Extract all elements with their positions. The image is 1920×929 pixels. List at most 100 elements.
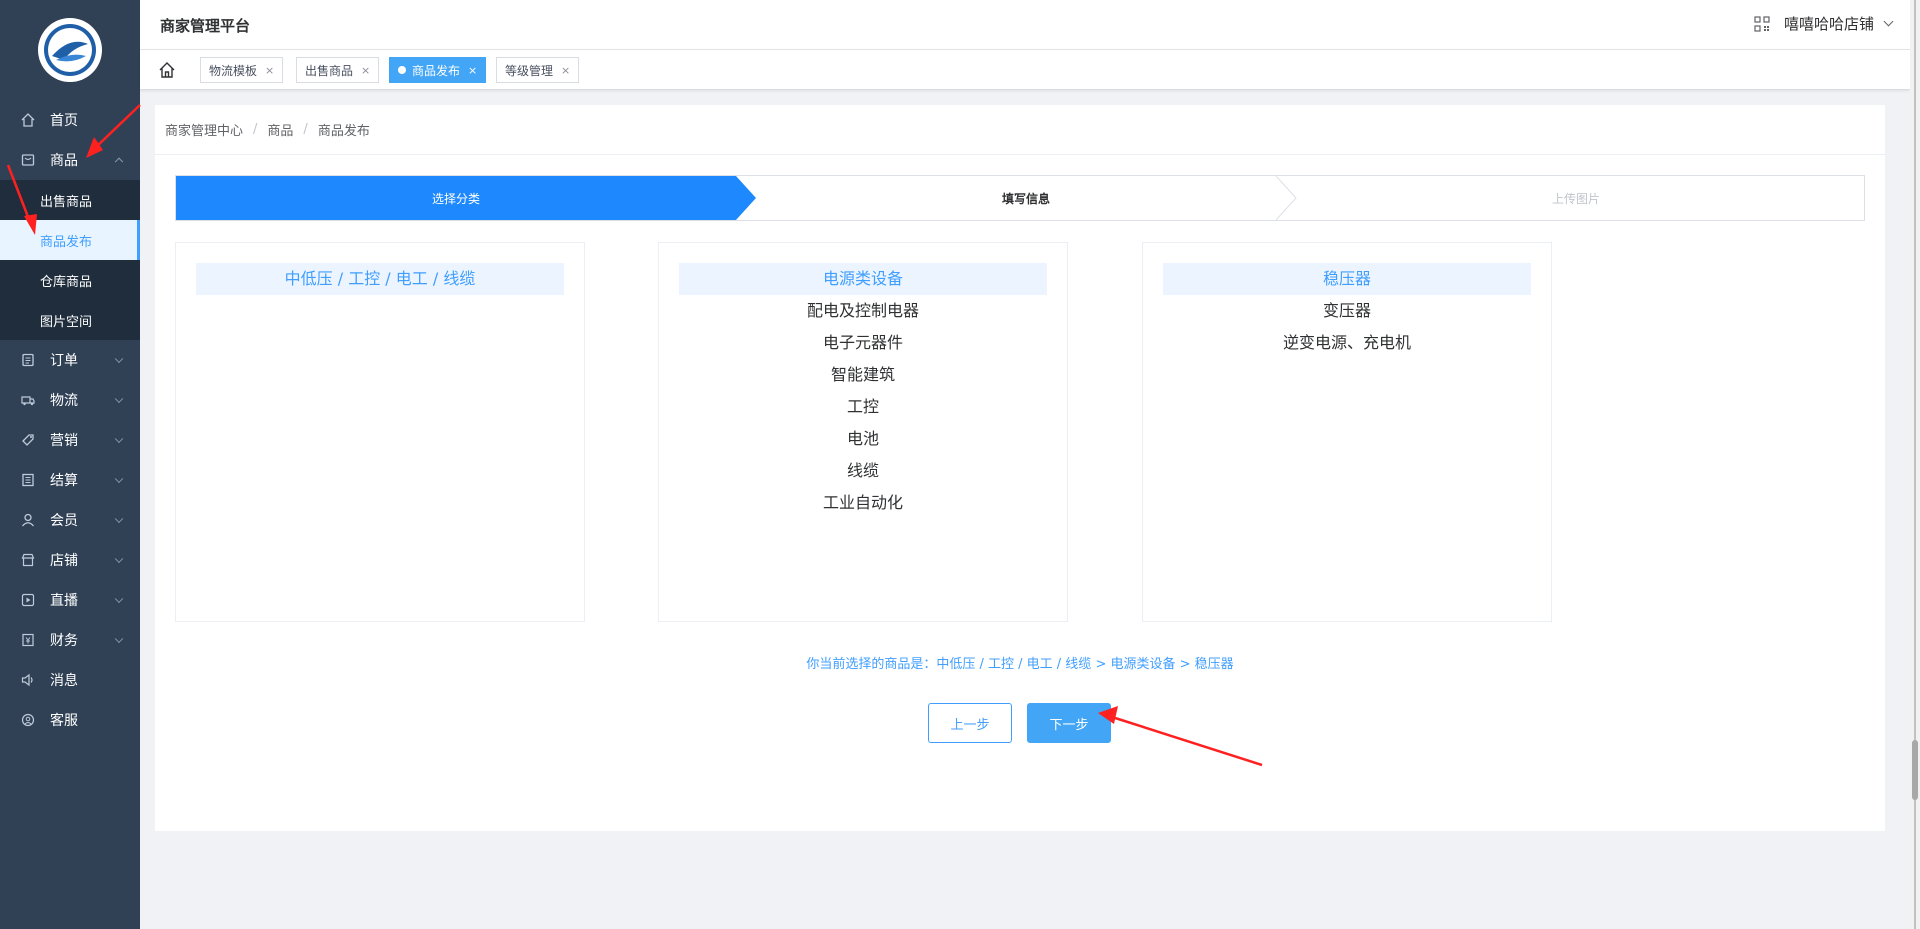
step-upload-image: 上传图片 (1551, 191, 1600, 206)
close-icon[interactable]: × (468, 64, 477, 77)
chevron-down-icon[interactable] (1883, 16, 1894, 27)
sidebar-item-label: 物流 (50, 393, 78, 409)
chevron-down-icon (114, 634, 124, 644)
sidebar-item-label: 商品 (50, 153, 78, 169)
sidebar-subitem-image-space[interactable]: 图片空间 (0, 300, 140, 340)
logo-area (0, 0, 140, 100)
goods-icon (20, 152, 36, 168)
sidebar-item-label: 会员 (50, 513, 78, 529)
close-icon[interactable]: × (361, 64, 370, 77)
chevron-down-icon (114, 474, 124, 484)
tag-publish-goods[interactable]: 商品发布 × (389, 57, 487, 83)
page-scrollbar[interactable] (1910, 0, 1920, 929)
platform-title: 商家管理平台 (160, 17, 251, 35)
chevron-down-icon (114, 594, 124, 604)
tag-icon (20, 432, 36, 448)
sidebar-item-service[interactable]: 客服 (0, 700, 140, 740)
top-header: 商家管理平台 嘻嘻哈哈店铺 (140, 0, 1910, 50)
sidebar-item-label: 结算 (50, 473, 78, 489)
next-step-button[interactable]: 下一步 (1027, 703, 1111, 743)
sidebar-item-label: 订单 (50, 353, 78, 369)
category-option-selected[interactable]: 稳压器 (1163, 263, 1531, 295)
tag-level-manage[interactable]: 等级管理 × (496, 57, 580, 83)
sidebar-item-goods[interactable]: 商品 (0, 140, 140, 180)
sidebar-item-label: 消息 (50, 673, 78, 689)
service-icon (20, 712, 36, 728)
category-option[interactable]: 工业自动化 (679, 487, 1047, 519)
sidebar-item-marketing[interactable]: 营销 (0, 420, 140, 460)
sidebar-item-finance[interactable]: 财务 (0, 620, 140, 660)
sidebar-subitem-sale-goods[interactable]: 出售商品 (0, 180, 140, 220)
sidebar-item-store[interactable]: 店铺 (0, 540, 140, 580)
chevron-down-icon (114, 514, 124, 524)
finance-icon (20, 632, 36, 648)
category-option[interactable]: 变压器 (1163, 295, 1531, 327)
category-option[interactable]: 电池 (679, 423, 1047, 455)
sidebar-item-settlement[interactable]: 结算 (0, 460, 140, 500)
category-option-selected[interactable]: 中低压 / 工控 / 电工 / 线缆 (196, 263, 564, 295)
sidebar-item-member[interactable]: 会员 (0, 500, 140, 540)
tag-label: 商品发布 (412, 63, 461, 78)
sidebar-item-label: 直播 (50, 593, 78, 609)
qrcode-icon[interactable] (1754, 16, 1770, 32)
shop-name-dropdown[interactable]: 嘻嘻哈哈店铺 (1784, 13, 1874, 34)
selected-category-text: 你当前选择的商品是：中低压 / 工控 / 电工 / 线缆 > 电源类设备 > 稳… (806, 657, 1234, 672)
scrollbar-thumb[interactable] (1912, 740, 1918, 800)
tag-logistics-template[interactable]: 物流模板 × (200, 57, 284, 83)
category-option[interactable]: 工控 (679, 391, 1047, 423)
chevron-down-icon (114, 354, 124, 364)
sidebar-item-order[interactable]: 订单 (0, 340, 140, 380)
chevron-down-icon (114, 434, 124, 444)
chevron-up-icon (114, 157, 124, 167)
sidebar-item-home[interactable]: 首页 (0, 100, 140, 140)
home-tab-icon[interactable] (158, 61, 176, 79)
category-option[interactable]: 智能建筑 (679, 359, 1047, 391)
tag-label: 物流模板 (209, 63, 258, 78)
breadcrumb: 商家管理中心 / 商品 / 商品发布 (155, 105, 1885, 155)
category-level3-panel: 稳压器 变压器 逆变电源、充电机 (1142, 242, 1552, 622)
category-option[interactable]: 线缆 (679, 455, 1047, 487)
category-level2-panel: 电源类设备 配电及控制电器 电子元器件 智能建筑 工控 电池 线缆 工业自动化 (658, 242, 1068, 622)
close-icon[interactable]: × (265, 64, 274, 77)
tag-label: 等级管理 (505, 63, 554, 78)
close-icon[interactable]: × (561, 64, 570, 77)
breadcrumb-item[interactable]: 商家管理中心 (165, 120, 243, 139)
sidebar: 首页 商品 出售商品 商品发布 仓库商品 图片空间 订单 物流 营销 结算 会员… (0, 0, 140, 929)
chevron-down-icon (114, 394, 124, 404)
sidebar-item-message[interactable]: 消息 (0, 660, 140, 700)
tags-view: 物流模板 × 出售商品 × 商品发布 × 等级管理 × (140, 50, 1910, 90)
breadcrumb-item: 商品发布 (317, 124, 370, 139)
goods-submenu: 出售商品 商品发布 仓库商品 图片空间 (0, 180, 140, 340)
step-arrow-shape (736, 176, 756, 220)
category-option-selected[interactable]: 电源类设备 (679, 263, 1047, 295)
sidebar-item-logistics[interactable]: 物流 (0, 380, 140, 420)
tag-label: 出售商品 (305, 63, 354, 78)
active-dot-icon (398, 66, 406, 74)
sidebar-subitem-publish-goods[interactable]: 商品发布 (0, 220, 140, 260)
logo-emblem-icon (44, 24, 96, 76)
chevron-down-icon (114, 554, 124, 564)
sidebar-item-label: 财务 (50, 633, 78, 649)
sidebar-item-label: 客服 (50, 713, 78, 729)
logo (38, 18, 102, 82)
truck-icon (20, 392, 36, 408)
step-select-category: 选择分类 (176, 176, 736, 220)
sidebar-subitem-warehouse-goods[interactable]: 仓库商品 (0, 260, 140, 300)
category-level1-panel: 中低压 / 工控 / 电工 / 线缆 (175, 242, 585, 622)
ledger-icon (20, 472, 36, 488)
category-option[interactable]: 逆变电源、充电机 (1163, 327, 1531, 359)
breadcrumb-separator: / (253, 122, 258, 137)
user-icon (20, 512, 36, 528)
speaker-icon (20, 672, 36, 688)
store-icon (20, 552, 36, 568)
prev-step-button[interactable]: 上一步 (928, 703, 1012, 743)
tag-sale-goods[interactable]: 出售商品 × (296, 57, 380, 83)
category-option[interactable]: 电子元器件 (679, 327, 1047, 359)
sidebar-item-label: 首页 (50, 113, 78, 129)
sidebar-item-live[interactable]: 直播 (0, 580, 140, 620)
sidebar-item-label: 营销 (50, 433, 78, 449)
live-icon (20, 592, 36, 608)
order-icon (20, 352, 36, 368)
category-option[interactable]: 配电及控制电器 (679, 295, 1047, 327)
breadcrumb-item[interactable]: 商品 (267, 120, 293, 139)
